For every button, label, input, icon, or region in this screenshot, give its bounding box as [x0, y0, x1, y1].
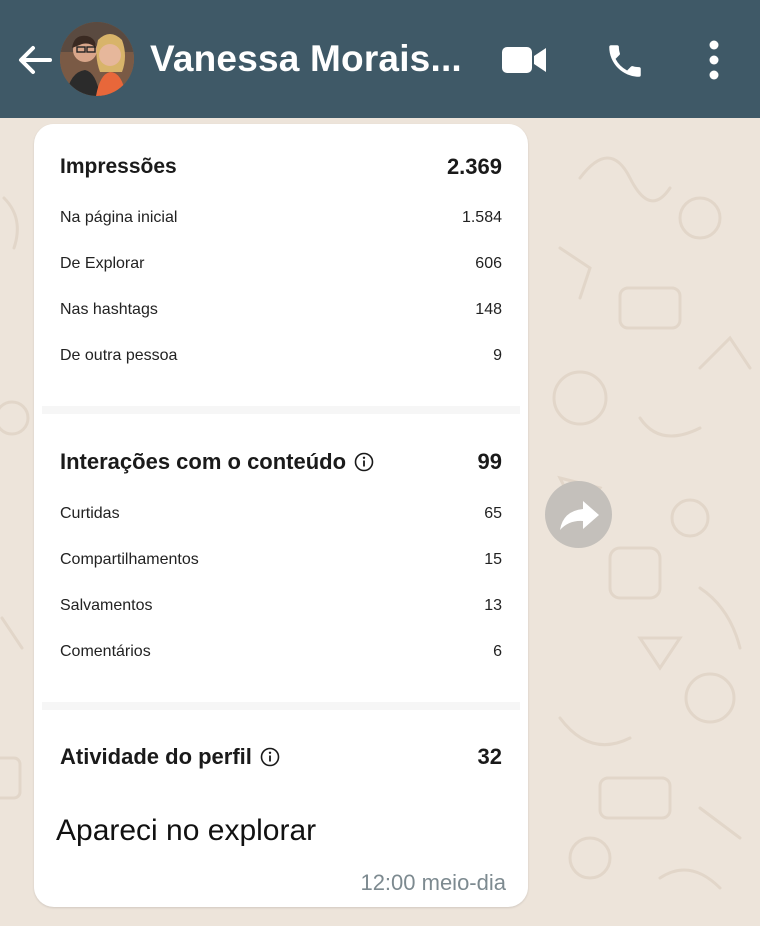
video-camera-icon[interactable] [500, 42, 548, 78]
saves-row: Salvamentos 13 [60, 597, 502, 615]
image-message-bubble[interactable]: Impressões 2.369 Na página inicial 1.584… [34, 124, 528, 907]
row-label: Na página inicial [60, 209, 178, 226]
info-circle-icon[interactable] [260, 747, 280, 767]
contact-name[interactable]: Vanessa Morais... [150, 38, 462, 80]
row-label: De outra pessoa [60, 347, 178, 364]
row-value: 1.584 [461, 209, 502, 226]
row-value: 9 [493, 347, 502, 364]
row-value: 606 [475, 255, 502, 272]
profile-activity-value: 32 [477, 744, 502, 769]
impressions-label: Impressões [60, 155, 177, 178]
message-timestamp: 12:00 meio-dia [360, 870, 506, 895]
interactions-label: Interações com o conteúdo [60, 449, 347, 474]
row-value: 148 [475, 301, 502, 318]
row-label: Nas hashtags [60, 301, 158, 318]
profile-activity-row: Atividade do perfil 32 [60, 744, 502, 770]
row-value: 15 [484, 551, 502, 568]
row-label: Comentários [60, 643, 151, 660]
more-vertical-icon[interactable] [700, 38, 728, 82]
impressions-other-row: De outra pessoa 9 [60, 347, 502, 365]
row-value: 13 [484, 597, 502, 614]
insights-screenshot[interactable]: Impressões 2.369 Na página inicial 1.584… [42, 124, 520, 814]
section-divider [42, 702, 520, 710]
avatar[interactable] [60, 22, 134, 96]
comments-row: Comentários 6 [60, 643, 502, 661]
row-value: 6 [493, 643, 502, 660]
row-label: Salvamentos [60, 597, 153, 614]
message-caption: Apareci no explorar [56, 814, 317, 847]
interactions-row: Interações com o conteúdo 99 [60, 449, 502, 475]
impressions-home-row: Na página inicial 1.584 [60, 209, 502, 227]
shares-row: Compartilhamentos 15 [60, 551, 502, 569]
impressions-explore-row: De Explorar 606 [60, 255, 502, 273]
row-label: Curtidas [60, 505, 120, 522]
impressions-hashtags-row: Nas hashtags 148 [60, 301, 502, 319]
forward-button[interactable] [545, 481, 612, 548]
section-divider [42, 406, 520, 414]
avatar-photo [60, 22, 134, 96]
phone-icon[interactable] [604, 40, 646, 82]
likes-row: Curtidas 65 [60, 505, 502, 523]
chat-header: Vanessa Morais... [0, 0, 760, 118]
row-label: De Explorar [60, 255, 145, 272]
impressions-row: Impressões 2.369 [60, 154, 502, 180]
info-circle-icon[interactable] [354, 452, 374, 472]
interactions-value: 99 [477, 449, 502, 474]
forward-icon [560, 501, 599, 530]
impressions-value: 2.369 [446, 154, 502, 179]
arrow-left-icon[interactable] [14, 40, 54, 80]
row-label: Compartilhamentos [60, 551, 199, 568]
profile-activity-label: Atividade do perfil [60, 744, 252, 769]
row-value: 65 [484, 505, 502, 522]
